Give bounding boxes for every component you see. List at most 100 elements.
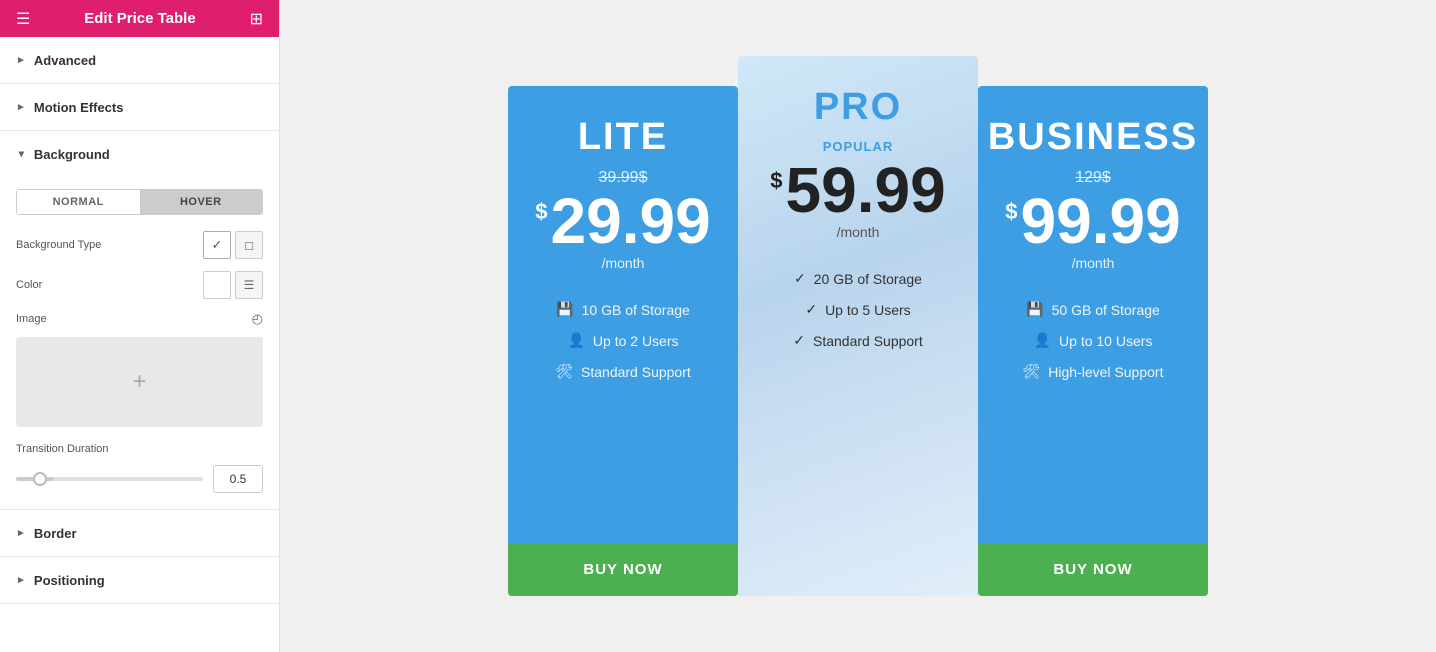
chevron-icon: ► <box>15 149 26 159</box>
main-price-business: 99.99 <box>1021 189 1181 253</box>
features-business: 💾 50 GB of Storage 👤 Up to 10 Users 🛠 Hi… <box>998 301 1188 380</box>
feature-users-business: 👤 Up to 10 Users <box>998 332 1188 349</box>
image-icon: ◴ <box>252 311 263 327</box>
main-price-pro: 59.99 <box>786 158 946 222</box>
dollar-pro: $ <box>770 168 782 194</box>
card-title-pro: PRO <box>814 86 902 129</box>
card-footer-business: BUY NOW <box>978 543 1208 596</box>
transition-label: Transition Duration <box>16 443 263 455</box>
feature-storage-lite: 💾 10 GB of Storage <box>528 301 718 318</box>
background-header[interactable]: ► Background <box>0 131 279 177</box>
price-row-pro: $ 59.99 <box>770 158 945 222</box>
color-label: Color <box>16 279 203 291</box>
check-icon: ✓ <box>805 301 817 318</box>
card-footer-lite: BUY NOW <box>508 543 738 596</box>
buy-btn-business[interactable]: BUY NOW <box>978 543 1208 596</box>
left-panel: ☰ Edit Price Table ⊞ ► Advanced ► Motion… <box>0 0 280 652</box>
bg-tabs: NORMAL HOVER <box>16 189 263 215</box>
border-header[interactable]: ► Border <box>0 510 279 556</box>
bg-type-label: Background Type <box>16 239 203 251</box>
panel-title: Edit Price Table <box>84 10 195 27</box>
panel-header: ☰ Edit Price Table ⊞ <box>0 0 279 37</box>
feature-text: Standard Support <box>581 364 691 380</box>
motion-effects-label: Motion Effects <box>34 100 124 115</box>
popular-badge: POPULAR <box>823 139 894 154</box>
price-card-business: BUSINESS 129$ $ 99.99 /month 💾 50 GB of … <box>978 86 1208 596</box>
feature-text: Standard Support <box>813 333 923 349</box>
support-icon: 🛠 <box>1023 363 1041 380</box>
motion-effects-section: ► Motion Effects <box>0 84 279 131</box>
advanced-header[interactable]: ► Advanced <box>0 37 279 83</box>
feature-storage-pro: ✓ 20 GB of Storage <box>758 270 958 287</box>
features-pro: ✓ 20 GB of Storage ✓ Up to 5 Users ✓ Sta… <box>758 270 958 349</box>
buy-btn-lite[interactable]: BUY NOW <box>508 543 738 596</box>
support-icon: 🛠 <box>555 363 573 380</box>
feature-support-pro: ✓ Standard Support <box>758 332 958 349</box>
grid-icon[interactable]: ⊞ <box>250 9 263 29</box>
positioning-header[interactable]: ► Positioning <box>0 557 279 603</box>
card-body-business: BUSINESS 129$ $ 99.99 /month 💾 50 GB of … <box>978 86 1208 543</box>
plus-icon: + <box>132 368 146 396</box>
feature-text: High-level Support <box>1048 364 1163 380</box>
per-month-business: /month <box>1072 255 1115 271</box>
storage-icon: 💾 <box>556 301 573 318</box>
feature-text: Up to 10 Users <box>1059 333 1152 349</box>
feature-text: 20 GB of Storage <box>814 271 922 287</box>
color-picker-btn[interactable]: ☰ <box>235 271 263 299</box>
transition-value-input[interactable]: 0.5 <box>213 465 263 493</box>
feature-text: 50 GB of Storage <box>1052 302 1160 318</box>
advanced-label: Advanced <box>34 53 96 68</box>
feature-text: 10 GB of Storage <box>582 302 690 318</box>
price-card-pro: PRO POPULAR $ 59.99 /month ✓ 20 GB of St… <box>738 56 978 596</box>
tab-hover[interactable]: HOVER <box>140 190 263 214</box>
positioning-label: Positioning <box>34 573 105 588</box>
type-btn-gradient[interactable]: □ <box>235 231 263 259</box>
main-price-lite: 29.99 <box>551 189 711 253</box>
color-swatch[interactable] <box>203 271 231 299</box>
transition-slider[interactable] <box>16 477 203 481</box>
background-content: NORMAL HOVER Background Type ✓ □ Color ☰… <box>0 177 279 509</box>
image-row: Image ◴ <box>16 311 263 327</box>
dollar-lite: $ <box>535 199 547 225</box>
chevron-icon: ► <box>16 102 26 113</box>
per-month-lite: /month <box>602 255 645 271</box>
border-label: Border <box>34 526 77 541</box>
feature-storage-business: 💾 50 GB of Storage <box>998 301 1188 318</box>
per-month-pro: /month <box>837 224 880 240</box>
image-upload[interactable]: + <box>16 337 263 427</box>
slider-row: 0.5 <box>16 465 263 493</box>
pro-card-content: PRO POPULAR $ 59.99 /month ✓ 20 GB of St… <box>738 56 978 543</box>
check-icon: ✓ <box>793 332 805 349</box>
feature-text: Up to 5 Users <box>825 302 911 318</box>
hamburger-icon[interactable]: ☰ <box>16 9 30 29</box>
features-lite: 💾 10 GB of Storage 👤 Up to 2 Users 🛠 Sta… <box>528 301 718 380</box>
feature-support-lite: 🛠 Standard Support <box>528 363 718 380</box>
border-section: ► Border <box>0 510 279 557</box>
card-title-lite: LITE <box>578 116 668 159</box>
background-section: ► Background NORMAL HOVER Background Typ… <box>0 131 279 510</box>
check-icon: ✓ <box>794 270 806 287</box>
feature-support-business: 🛠 High-level Support <box>998 363 1188 380</box>
advanced-section: ► Advanced <box>0 37 279 84</box>
storage-icon: 💾 <box>1026 301 1043 318</box>
bg-type-row: Background Type ✓ □ <box>16 231 263 259</box>
positioning-section: ► Positioning <box>0 557 279 604</box>
chevron-icon: ► <box>16 528 26 539</box>
card-title-business: BUSINESS <box>988 116 1198 159</box>
feature-users-pro: ✓ Up to 5 Users <box>758 301 958 318</box>
price-card-lite: LITE 39.99$ $ 29.99 /month 💾 10 GB of St… <box>508 86 738 596</box>
card-body-lite: LITE 39.99$ $ 29.99 /month 💾 10 GB of St… <box>508 86 738 543</box>
tab-normal[interactable]: NORMAL <box>17 190 140 214</box>
type-btn-classic[interactable]: ✓ <box>203 231 231 259</box>
type-btns: ✓ □ <box>203 231 263 259</box>
background-label: Background <box>34 147 110 162</box>
price-row-business: $ 99.99 <box>1005 189 1180 253</box>
dollar-business: $ <box>1005 199 1017 225</box>
feature-text: Up to 2 Users <box>593 333 679 349</box>
user-icon: 👤 <box>567 332 584 349</box>
price-table: LITE 39.99$ $ 29.99 /month 💾 10 GB of St… <box>508 56 1208 596</box>
chevron-icon: ► <box>16 55 26 66</box>
transition-section: Transition Duration 0.5 <box>16 443 263 493</box>
motion-effects-header[interactable]: ► Motion Effects <box>0 84 279 130</box>
image-label: Image <box>16 313 252 325</box>
